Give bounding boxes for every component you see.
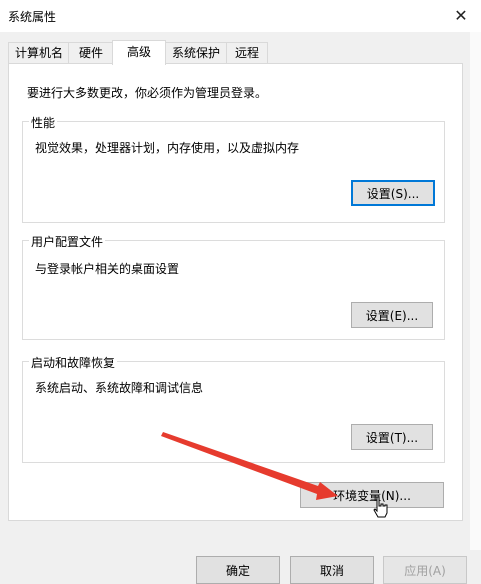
window-title: 系统属性 (8, 10, 57, 24)
performance-settings-button[interactable]: 设置(S)... (351, 180, 435, 206)
title-bar: 系统属性 ✕ (0, 0, 481, 32)
startup-recovery-settings-button[interactable]: 设置(T)... (351, 424, 433, 450)
hand-cursor-icon (373, 496, 388, 518)
user-profiles-settings-button[interactable]: 设置(E)... (351, 302, 433, 328)
tab-remote[interactable]: 远程 (226, 42, 268, 63)
cancel-button[interactable]: 取消 (290, 556, 374, 584)
performance-title: 性能 (29, 114, 58, 131)
admin-notice: 要进行大多数更改，你必须作为管理员登录。 (27, 86, 268, 100)
close-icon[interactable]: ✕ (450, 4, 472, 26)
tab-hardware[interactable]: 硬件 (68, 42, 114, 63)
performance-group: 性能 视觉效果，处理器计划，内存使用，以及虚拟内存 设置(S)... (22, 114, 445, 223)
user-profiles-desc: 与登录帐户相关的桌面设置 (35, 262, 180, 276)
ok-button[interactable]: 确定 (196, 556, 280, 584)
performance-desc: 视觉效果，处理器计划，内存使用，以及虚拟内存 (35, 141, 300, 155)
startup-recovery-title: 启动和故障恢复 (29, 354, 118, 371)
tab-advanced[interactable]: 高级 (112, 40, 166, 65)
user-profiles-group: 用户配置文件 与登录帐户相关的桌面设置 设置(E)... (22, 233, 445, 340)
dialog-button-bar: 确定 取消 应用(A) (0, 550, 481, 584)
apply-button[interactable]: 应用(A) (383, 556, 467, 584)
tab-system-protection[interactable]: 系统保护 (164, 42, 228, 63)
window-edge (470, 32, 481, 584)
tab-strip: 计算机名 硬件 高级 系统保护 远程 (0, 40, 470, 65)
startup-recovery-group: 启动和故障恢复 系统启动、系统故障和调试信息 设置(T)... (22, 354, 445, 463)
user-profiles-title: 用户配置文件 (29, 233, 106, 250)
tab-computer-name[interactable]: 计算机名 (8, 42, 70, 63)
startup-recovery-desc: 系统启动、系统故障和调试信息 (35, 381, 204, 395)
